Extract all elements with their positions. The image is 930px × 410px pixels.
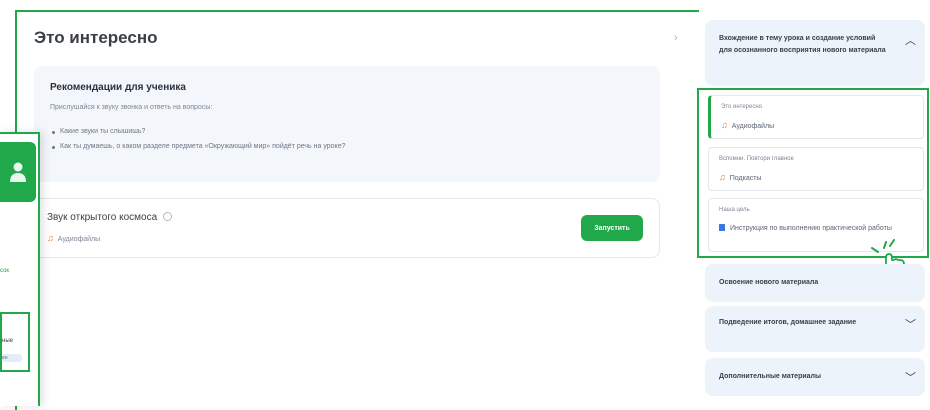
sidebar-section-label: Освоение нового материала bbox=[719, 279, 819, 286]
launch-button[interactable]: Запустить bbox=[581, 215, 643, 241]
chevron-right-icon[interactable]: › bbox=[674, 32, 678, 44]
left-chip[interactable]: ен bbox=[2, 354, 22, 362]
sound-type: ♫ Аудиофайлы bbox=[47, 233, 100, 243]
questions-list: Какие звуки ты слышишь? Как ты думаешь, … bbox=[51, 128, 346, 158]
sidebar-section-new-material[interactable]: Освоение нового материала bbox=[705, 264, 925, 302]
list-item: Как ты думаешь, о каком разделе предмета… bbox=[51, 143, 346, 150]
sound-card: Звук открытого космоса ♫ Аудиофайлы Запус… bbox=[34, 198, 660, 258]
chevron-down-icon[interactable]: ﹀ bbox=[905, 316, 916, 332]
info-icon[interactable] bbox=[163, 212, 173, 221]
list-item: Какие звуки ты слышишь? bbox=[51, 128, 345, 135]
sidebar-section-label: Подведение итогов, домашнее задание bbox=[719, 319, 857, 326]
recommendations-title: Рекомендации для ученика bbox=[50, 82, 186, 93]
sidebar-section-summary[interactable]: Подведение итогов, домашнее задание ﹀ bbox=[705, 306, 925, 352]
sound-title-text: Звук открытого космоса bbox=[47, 212, 158, 223]
left-box-text: ные bbox=[2, 338, 13, 344]
chevron-up-icon[interactable]: ︿ bbox=[905, 32, 916, 48]
sidebar-section-label: Дополнительные материалы bbox=[719, 373, 821, 380]
sound-title: Звук открытого космоса bbox=[47, 212, 173, 223]
sound-type-text: Аудиофайлы bbox=[57, 236, 101, 243]
recommendations-intro: Прислушайся к звуку звонка и ответь на в… bbox=[50, 104, 213, 111]
left-link-fragment[interactable]: сок bbox=[0, 268, 9, 274]
avatar bbox=[0, 142, 36, 202]
highlight-frame bbox=[697, 88, 929, 258]
person-icon bbox=[10, 162, 26, 182]
page-title: Это интересно bbox=[34, 28, 158, 47]
sidebar-section-label: Вхождение в тему урока и создание услови… bbox=[719, 35, 886, 54]
note-icon: ♫ bbox=[47, 233, 54, 243]
overlay-panel: сок ные ен bbox=[0, 132, 40, 406]
chevron-down-icon[interactable]: ﹀ bbox=[905, 369, 916, 385]
sidebar-section-extra[interactable]: Дополнительные материалы ﹀ bbox=[705, 358, 925, 396]
left-highlight-frame: ные ен bbox=[0, 312, 30, 372]
recommendations-card: Рекомендации для ученика Прислушайся к з… bbox=[34, 66, 660, 182]
sidebar-section-open[interactable]: Вхождение в тему урока и создание услови… bbox=[705, 20, 925, 86]
